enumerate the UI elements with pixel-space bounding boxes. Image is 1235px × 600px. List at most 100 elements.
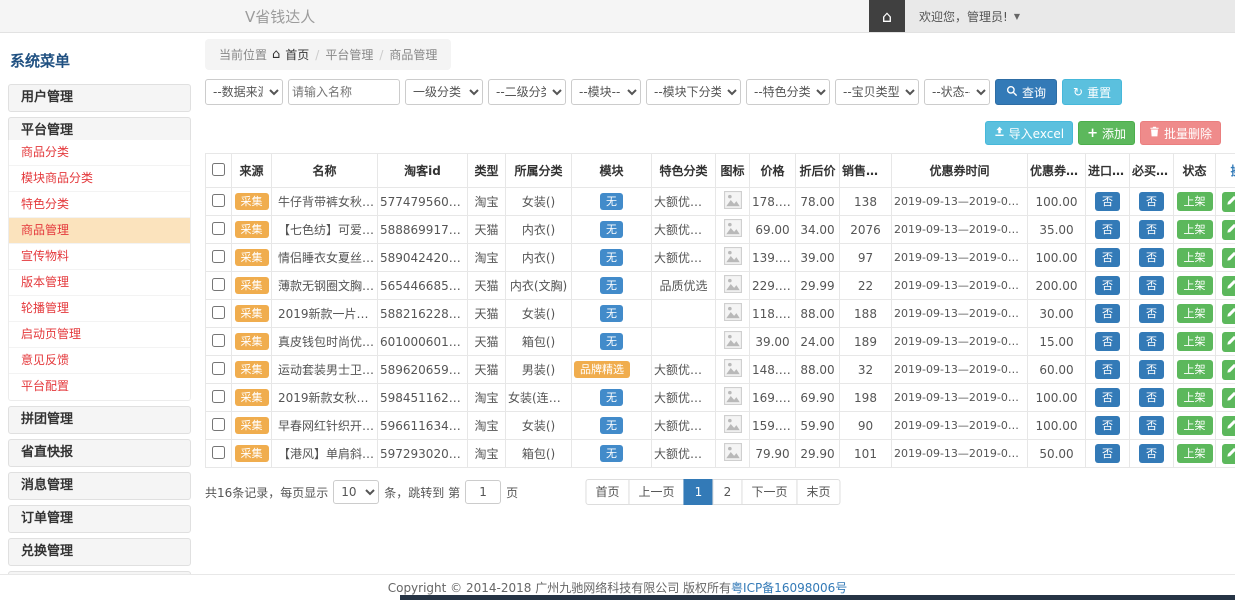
must-buy-toggle[interactable]: 否 [1139,388,1164,407]
per-page-select[interactable]: 10 [333,480,379,504]
sidebar-subitem[interactable]: 平台配置 [9,374,190,400]
row-checkbox[interactable] [212,334,225,347]
sidebar-subitem[interactable]: 启动页管理 [9,322,190,348]
edit-button[interactable] [1222,416,1235,436]
row-checkbox[interactable] [212,194,225,207]
filter-select[interactable]: --宝贝类型-- [835,79,919,105]
sidebar-subitem[interactable]: 意见反馈 [9,348,190,374]
status-button[interactable]: 上架 [1177,304,1213,323]
sidebar-submenu: 商品分类模块商品分类特色分类商品管理宣传物料版本管理轮播管理启动页管理意见反馈平… [8,140,191,401]
edit-button[interactable] [1222,444,1235,464]
page-button[interactable]: 1 [684,479,714,505]
filter-select[interactable]: --特色分类-- [746,79,830,105]
import-excel-button[interactable]: 导入excel [985,121,1073,145]
import-select-toggle[interactable]: 否 [1095,332,1120,351]
status-button[interactable]: 上架 [1177,360,1213,379]
home-button[interactable]: ⌂ [869,0,905,32]
must-buy-toggle[interactable]: 否 [1139,304,1164,323]
import-select-toggle[interactable]: 否 [1095,220,1120,239]
name-cell: 运动套装男士卫衣初秋... [272,356,378,384]
row-checkbox[interactable] [212,222,225,235]
user-menu[interactable]: 欢迎您，管理员! ▼ [905,0,1235,32]
row-checkbox[interactable] [212,446,225,459]
import-select-toggle[interactable]: 否 [1095,276,1120,295]
import-select-toggle[interactable]: 否 [1095,248,1120,267]
status-button[interactable]: 上架 [1177,248,1213,267]
import-select-toggle[interactable]: 否 [1095,192,1120,211]
must-buy-toggle[interactable]: 否 [1139,332,1164,351]
row-checkbox[interactable] [212,250,225,263]
filter-select[interactable]: --模块-- [571,79,641,105]
sidebar-subitem[interactable]: 商品分类 [9,140,190,166]
sidebar-subitem[interactable]: 版本管理 [9,270,190,296]
row-checkbox[interactable] [212,306,225,319]
sidebar-subitem[interactable]: 特色分类 [9,192,190,218]
breadcrumb-home-link[interactable]: 首页 [285,46,309,63]
select-all-cell [206,154,232,188]
sidebar-subitem[interactable]: 宣传物料 [9,244,190,270]
page-jump-input[interactable] [465,480,501,504]
edit-button[interactable] [1222,248,1235,268]
select-all-checkbox[interactable] [212,163,225,176]
import-select-toggle[interactable]: 否 [1095,360,1120,379]
must-buy-toggle[interactable]: 否 [1139,360,1164,379]
page-button[interactable]: 末页 [797,479,841,505]
filter-select[interactable]: --状态-- [924,79,990,105]
edit-button[interactable] [1222,220,1235,240]
row-checkbox[interactable] [212,390,225,403]
row-checkbox[interactable] [212,418,225,431]
edit-button[interactable] [1222,304,1235,324]
sidebar-item[interactable]: 用户管理 [8,84,191,112]
sidebar-subitem[interactable]: 轮播管理 [9,296,190,322]
sidebar-item[interactable]: 兑换管理 [8,538,191,566]
sidebar-item[interactable]: 省直快报 [8,439,191,467]
must-buy-toggle[interactable]: 否 [1139,192,1164,211]
must-buy-toggle[interactable]: 否 [1139,444,1164,463]
import-select-toggle[interactable]: 否 [1095,444,1120,463]
sidebar-item[interactable]: 拼团管理 [8,406,191,434]
import-select-toggle[interactable]: 否 [1095,416,1120,435]
sidebar-item[interactable]: 消息管理 [8,472,191,500]
breadcrumb-item-parent[interactable]: 平台管理 [325,46,373,63]
must-buy-toggle[interactable]: 否 [1139,248,1164,267]
product-image [724,275,742,293]
sidebar-item[interactable]: 订单管理 [8,505,191,533]
batch-delete-button[interactable]: 批量删除 [1140,121,1221,145]
status-button[interactable]: 上架 [1177,388,1213,407]
must-buy-toggle[interactable]: 否 [1139,416,1164,435]
status-button[interactable]: 上架 [1177,332,1213,351]
import-select-toggle[interactable]: 否 [1095,304,1120,323]
status-button[interactable]: 上架 [1177,276,1213,295]
edit-button[interactable] [1222,332,1235,352]
sidebar-subitem[interactable]: 模块商品分类 [9,166,190,192]
name-filter-input[interactable] [288,79,400,105]
edit-button[interactable] [1222,360,1235,380]
status-button[interactable]: 上架 [1177,192,1213,211]
row-checkbox[interactable] [212,362,225,375]
edit-button[interactable] [1222,192,1235,212]
import-select-toggle[interactable]: 否 [1095,388,1120,407]
page-button[interactable]: 2 [713,479,743,505]
row-checkbox[interactable] [212,278,225,291]
filter-select[interactable]: --数据来源-- [205,79,283,105]
edit-button[interactable] [1222,276,1235,296]
sidebar-subitem[interactable]: 商品管理 [9,218,190,244]
icp-link[interactable]: 粤ICP备16098006号 [731,579,847,596]
sales-cell: 90 [840,412,892,440]
page-button[interactable]: 下一页 [742,479,798,505]
add-button[interactable]: + 添加 [1078,121,1135,145]
page-button[interactable]: 首页 [585,479,629,505]
filter-select[interactable]: 一级分类 [405,79,483,105]
status-button[interactable]: 上架 [1177,220,1213,239]
status-button[interactable]: 上架 [1177,444,1213,463]
search-button[interactable]: 查询 [995,79,1057,105]
must-buy-toggle[interactable]: 否 [1139,276,1164,295]
edit-button[interactable] [1222,388,1235,408]
status-button[interactable]: 上架 [1177,416,1213,435]
reset-button[interactable]: ↻ 重置 [1062,79,1122,105]
filter-select[interactable]: --二级分类-- [488,79,566,105]
page-button[interactable]: 上一页 [628,479,684,505]
filter-select[interactable]: --模块下分类-- [646,79,741,105]
must-buy-cell: 否 [1130,272,1174,300]
must-buy-toggle[interactable]: 否 [1139,220,1164,239]
